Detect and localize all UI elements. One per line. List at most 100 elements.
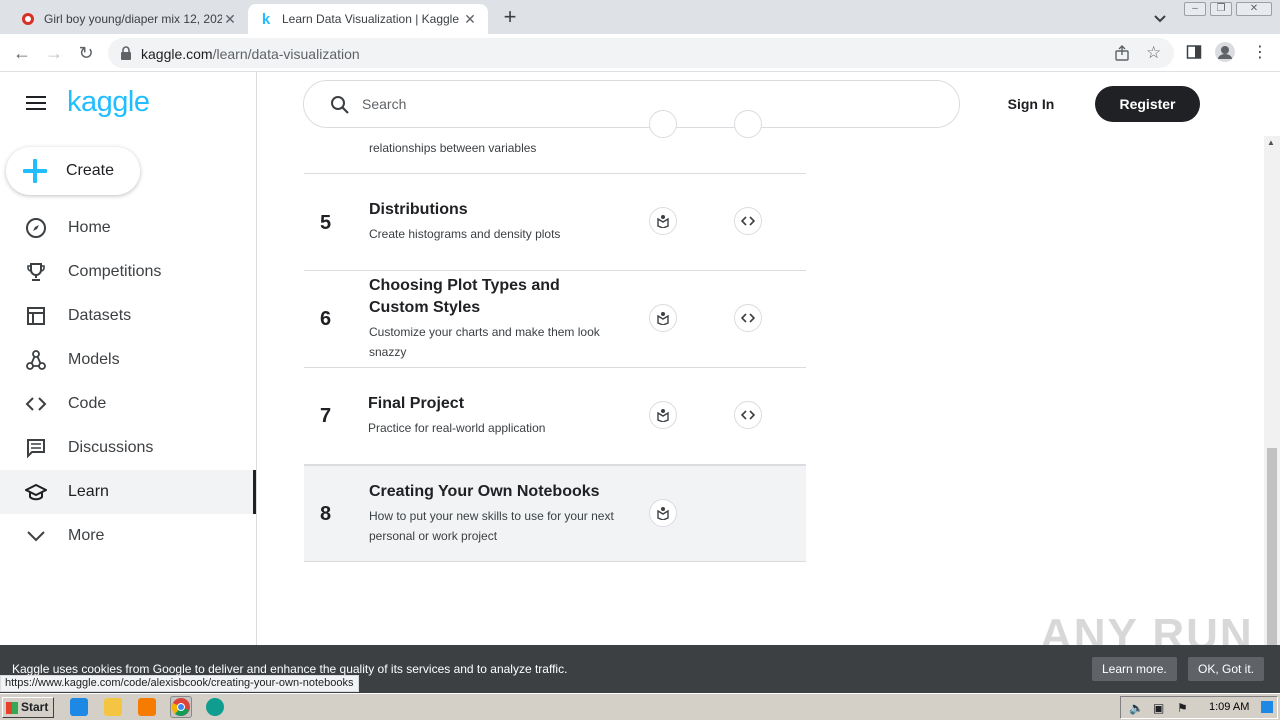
edge-icon[interactable]: [206, 698, 224, 716]
sidebar-item-learn[interactable]: Learn: [0, 470, 256, 514]
tutorial-icon[interactable]: [649, 401, 677, 429]
browser-tab[interactable]: Girl boy young/diaper mix 12, 2020 ✕: [10, 4, 248, 34]
sidebar-item-label: Home: [68, 219, 111, 236]
sidebar-item-home[interactable]: Home: [0, 206, 256, 250]
tab-search-icon[interactable]: [1150, 8, 1170, 28]
comment-icon: [24, 436, 48, 460]
url-text: kaggle.com/learn/data-visualization: [141, 46, 360, 62]
side-panel-icon[interactable]: [1186, 44, 1202, 65]
page-scrollbar[interactable]: ▲: [1264, 136, 1280, 645]
menu-kebab-icon[interactable]: ⋮: [1252, 42, 1268, 62]
lock-icon[interactable]: [120, 46, 132, 65]
clock: 1:09 AM: [1209, 701, 1250, 713]
code-icon[interactable]: [734, 304, 762, 332]
tutorial-icon[interactable]: [649, 304, 677, 332]
create-label: Create: [66, 162, 115, 179]
close-window-button[interactable]: ✕: [1236, 2, 1272, 16]
plus-icon: [22, 158, 48, 184]
hamburger-menu-icon[interactable]: [26, 96, 46, 112]
reload-icon[interactable]: ↻: [76, 43, 96, 63]
forward-icon[interactable]: →: [44, 43, 64, 63]
scroll-up-arrow-icon[interactable]: ▲: [1267, 138, 1275, 147]
code-icon[interactable]: [734, 207, 762, 235]
volume-icon[interactable]: 🔈: [1129, 701, 1144, 715]
table-icon: [24, 304, 48, 328]
sidebar-item-more[interactable]: More: [0, 514, 256, 558]
anyrun-icon: [20, 11, 36, 27]
learn-more-button[interactable]: Learn more.: [1092, 657, 1177, 681]
search-icon: [330, 95, 350, 120]
lesson-row[interactable]: 5 Distributions Create histograms and de…: [304, 174, 806, 271]
lesson-row[interactable]: 7 Final Project Practice for real-world …: [304, 368, 806, 465]
bookmark-star-icon[interactable]: ☆: [1146, 43, 1161, 63]
exercise-code-icon[interactable]: [734, 110, 762, 138]
share-icon[interactable]: [1114, 45, 1130, 66]
close-tab-icon[interactable]: ✕: [222, 11, 238, 28]
status-bar-url: https://www.kaggle.com/code/alexisbcook/…: [0, 675, 359, 692]
lesson-number: 6: [320, 308, 332, 330]
sidebar-item-competitions[interactable]: Competitions: [0, 250, 256, 294]
new-tab-button[interactable]: +: [498, 6, 522, 30]
start-label: Start: [21, 700, 49, 714]
lesson-number: 5: [320, 212, 332, 234]
lesson-description: relationships between variables: [369, 141, 537, 155]
sidebar-item-label: More: [68, 527, 105, 544]
lesson-number: 7: [320, 405, 332, 427]
back-icon[interactable]: ←: [12, 43, 32, 63]
sidebar-item-code[interactable]: Code: [0, 382, 256, 426]
lesson-row-hovered[interactable]: 8 Creating Your Own Notebooks How to put…: [304, 465, 806, 562]
search-input[interactable]: [362, 93, 922, 115]
create-button[interactable]: Create: [6, 147, 140, 195]
trophy-icon: [24, 260, 48, 284]
chevron-down-icon: [24, 524, 48, 548]
internet-explorer-icon[interactable]: [70, 698, 88, 716]
lesson-row[interactable]: relationships between variables: [304, 110, 806, 174]
register-button[interactable]: Register: [1095, 86, 1200, 122]
lesson-title[interactable]: Choosing Plot Types and Custom Styles: [369, 275, 609, 319]
taskbar: Start 🔈 ▣ ⚑ 1:09 AM: [0, 693, 1280, 720]
code-icon: [24, 392, 48, 416]
browser-tab-active[interactable]: k Learn Data Visualization | Kaggle ✕: [248, 4, 488, 34]
tab-title: Learn Data Visualization | Kaggle: [282, 12, 460, 26]
sidebar-item-label: Learn: [68, 483, 109, 500]
chrome-taskbar-button[interactable]: [170, 696, 192, 718]
start-button[interactable]: Start: [2, 697, 54, 718]
lesson-description: Create histograms and density plots: [369, 227, 561, 241]
minimize-button[interactable]: –: [1184, 2, 1206, 16]
close-tab-icon[interactable]: ✕: [462, 11, 478, 28]
sidebar-item-label: Competitions: [68, 263, 162, 280]
lesson-title[interactable]: Distributions: [369, 199, 609, 221]
file-explorer-icon[interactable]: [104, 698, 122, 716]
lesson-description: Practice for real-world application: [368, 421, 546, 435]
address-bar[interactable]: kaggle.com/learn/data-visualization ☆: [108, 38, 1174, 68]
sidebar-item-datasets[interactable]: Datasets: [0, 294, 256, 338]
network-icon[interactable]: ▣: [1153, 701, 1164, 715]
lesson-row[interactable]: 6 Choosing Plot Types and Custom Styles …: [304, 271, 806, 368]
kaggle-k-icon: k: [261, 10, 271, 28]
show-desktop-icon[interactable]: [1261, 701, 1273, 713]
maximize-button[interactable]: ❐: [1210, 2, 1232, 16]
tutorial-icon[interactable]: [649, 499, 677, 527]
scrollbar-thumb[interactable]: [1267, 448, 1277, 645]
sidebar-item-discussions[interactable]: Discussions: [0, 426, 256, 470]
search-bar[interactable]: [303, 80, 960, 128]
flag-icon[interactable]: ⚑: [1177, 701, 1188, 715]
browser-tab-bar: Girl boy young/diaper mix 12, 2020 ✕ k L…: [0, 0, 1280, 34]
sidebar-item-label: Datasets: [68, 307, 132, 324]
code-icon[interactable]: [734, 401, 762, 429]
tutorial-icon[interactable]: [649, 110, 677, 138]
kaggle-logo[interactable]: kaggle: [67, 86, 150, 119]
profile-icon[interactable]: [1214, 41, 1236, 68]
lesson-title[interactable]: Final Project: [368, 393, 608, 415]
sign-in-button[interactable]: Sign In: [1000, 88, 1062, 120]
ok-got-it-button[interactable]: OK, Got it.: [1188, 657, 1265, 681]
system-tray: 🔈 ▣ ⚑ 1:09 AM: [1120, 696, 1278, 719]
media-player-icon[interactable]: [138, 698, 156, 716]
tab-title: Girl boy young/diaper mix 12, 2020: [44, 12, 222, 26]
url-path: /learn/data-visualization: [212, 46, 360, 62]
school-icon: [24, 480, 48, 504]
lesson-title[interactable]: Creating Your Own Notebooks: [369, 481, 629, 503]
sidebar: kaggle Create Home Competitions Datasets…: [0, 72, 257, 645]
sidebar-item-models[interactable]: Models: [0, 338, 256, 382]
tutorial-icon[interactable]: [649, 207, 677, 235]
